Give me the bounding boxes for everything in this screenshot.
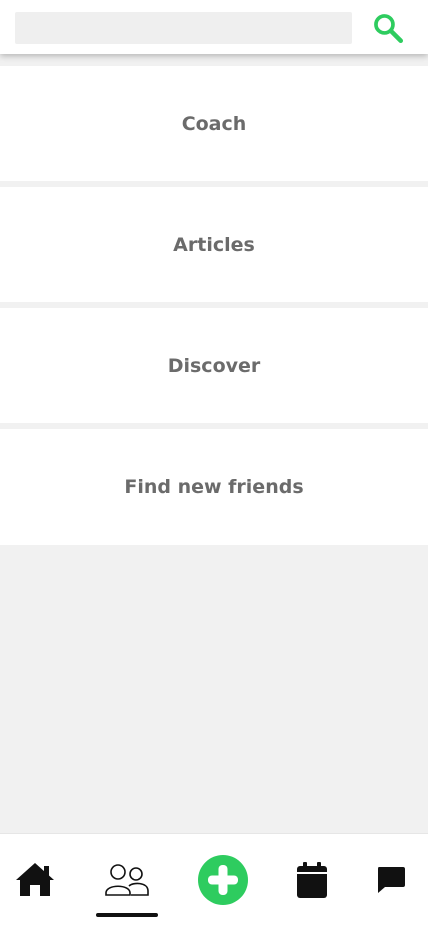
search-button[interactable] (368, 8, 408, 48)
nav-messages-button[interactable] (362, 834, 420, 926)
people-icon (105, 864, 149, 896)
bottom-nav (0, 833, 428, 926)
active-tab-indicator (96, 913, 158, 917)
menu-item-label: Find new friends (124, 476, 304, 498)
menu-item-discover[interactable]: Discover (0, 308, 428, 423)
nav-add-button[interactable] (193, 834, 253, 926)
menu-item-find-new-friends[interactable]: Find new friends (0, 429, 428, 545)
calendar-icon (297, 862, 327, 898)
menu-item-label: Coach (181, 112, 247, 135)
menu-item-label: Discover (167, 354, 261, 377)
search-icon (374, 14, 404, 44)
chat-icon (378, 867, 405, 893)
header-bar (0, 0, 428, 54)
menu-list: Coach Articles Discover Find new friends (0, 66, 428, 545)
nav-home-button[interactable] (5, 834, 65, 926)
search-input[interactable] (15, 12, 352, 44)
menu-item-label: Articles (173, 233, 255, 256)
add-circle-icon (198, 855, 248, 905)
menu-item-articles[interactable]: Articles (0, 187, 428, 302)
menu-item-coach[interactable]: Coach (0, 66, 428, 181)
app-screen: Coach Articles Discover Find new friends (0, 0, 428, 926)
nav-calendar-button[interactable] (282, 834, 342, 926)
home-icon (16, 863, 54, 896)
